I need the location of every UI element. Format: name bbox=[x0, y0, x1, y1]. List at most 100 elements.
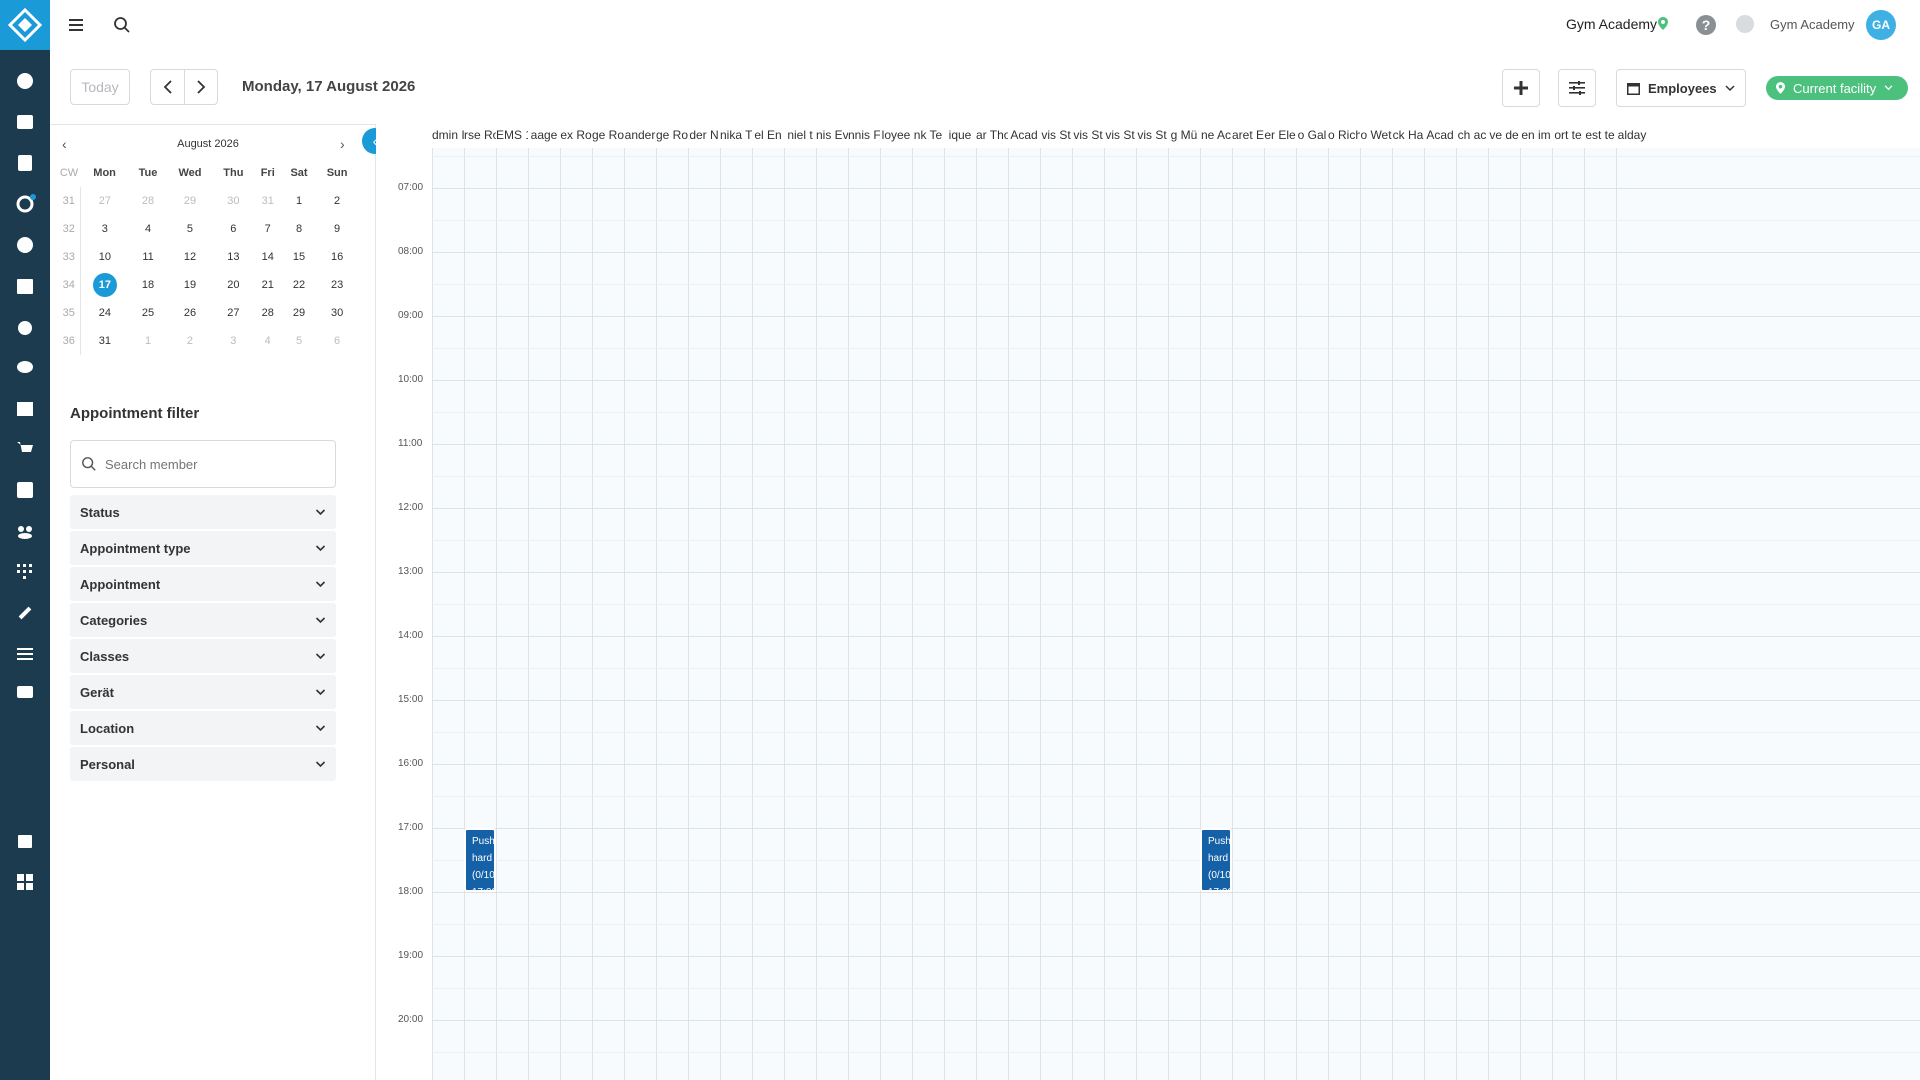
mini-calendar-day[interactable]: 7 bbox=[254, 215, 282, 243]
mini-calendar-day[interactable]: 1 bbox=[129, 327, 167, 355]
filter-section-appointment-type[interactable]: Appointment type bbox=[70, 531, 336, 565]
search-icon[interactable] bbox=[110, 13, 134, 37]
mini-calendar-day[interactable]: 29 bbox=[167, 187, 213, 215]
nav-item-checkin[interactable] bbox=[0, 102, 50, 142]
mini-calendar-day[interactable]: 27 bbox=[213, 299, 254, 327]
column-divider bbox=[816, 148, 817, 1080]
mini-calendar-day[interactable]: 6 bbox=[213, 215, 254, 243]
nav-item-feedback[interactable] bbox=[0, 674, 50, 714]
mini-calendar-day[interactable]: 30 bbox=[316, 299, 358, 327]
hamburger-menu-icon[interactable] bbox=[64, 13, 88, 37]
view-settings-button[interactable] bbox=[1558, 69, 1596, 107]
mini-calendar-day[interactable]: 12 bbox=[167, 243, 213, 271]
filter-section-location[interactable]: Location bbox=[70, 711, 336, 745]
studio-name[interactable]: Gym Academy bbox=[1566, 16, 1657, 32]
nav-item-groups[interactable] bbox=[0, 511, 50, 551]
add-appointment-button[interactable] bbox=[1502, 69, 1540, 107]
filter-section-appointment[interactable]: Appointment bbox=[70, 567, 336, 601]
filter-section-categories[interactable]: Categories bbox=[70, 603, 336, 637]
day-number: 30 bbox=[227, 195, 240, 207]
nav-item-cart[interactable] bbox=[0, 429, 50, 469]
mini-calendar-day[interactable]: 26 bbox=[167, 299, 213, 327]
mini-calendar-day[interactable]: 11 bbox=[129, 243, 167, 271]
nav-item-timer[interactable] bbox=[0, 307, 50, 347]
mini-calendar-day[interactable]: 17 bbox=[80, 271, 129, 299]
filter-section-status[interactable]: Status bbox=[70, 495, 336, 529]
mini-calendar-day[interactable]: 2 bbox=[167, 327, 213, 355]
mini-calendar-day[interactable]: 1 bbox=[282, 187, 316, 215]
nav-item-settings-sliders[interactable] bbox=[0, 634, 50, 674]
mini-calendar-day[interactable]: 28 bbox=[129, 187, 167, 215]
mini-calendar-day[interactable]: 28 bbox=[254, 299, 282, 327]
mini-calendar-day[interactable]: 25 bbox=[129, 299, 167, 327]
filter-section-ger-t[interactable]: Gerät bbox=[70, 675, 336, 709]
nav-item-analytics[interactable] bbox=[0, 552, 50, 592]
time-gridline bbox=[432, 604, 1920, 605]
nav-item-tasks[interactable] bbox=[0, 470, 50, 510]
previous-day-button[interactable] bbox=[150, 69, 184, 105]
help-icon[interactable]: ? bbox=[1696, 15, 1716, 35]
day-number: 5 bbox=[186, 223, 194, 235]
appointment-card[interactable]: Push hard (0/10) 17:00 bbox=[1200, 828, 1232, 892]
nav-item-apps[interactable] bbox=[0, 862, 50, 902]
employee-column-header: g Mü bbox=[1170, 128, 1198, 142]
download-icon[interactable] bbox=[1736, 15, 1754, 33]
mini-calendar-day[interactable]: 23 bbox=[316, 271, 358, 299]
mini-calendar-day[interactable]: 31 bbox=[80, 327, 129, 355]
mini-calendar-day[interactable]: 5 bbox=[167, 215, 213, 243]
mini-calendar-day[interactable]: 30 bbox=[213, 187, 254, 215]
nav-item-image[interactable] bbox=[0, 389, 50, 429]
nav-item-marketing[interactable] bbox=[0, 184, 50, 224]
mini-calendar-day[interactable]: 4 bbox=[129, 215, 167, 243]
mini-calendar-next-icon[interactable]: › bbox=[340, 136, 345, 152]
mini-calendar-day[interactable]: 9 bbox=[316, 215, 358, 243]
column-divider bbox=[624, 148, 625, 1080]
next-day-button[interactable] bbox=[184, 69, 218, 105]
column-divider bbox=[848, 148, 849, 1080]
mini-calendar-day[interactable]: 3 bbox=[213, 327, 254, 355]
facility-select[interactable]: Current facility bbox=[1766, 76, 1908, 100]
nav-rail bbox=[0, 0, 50, 1080]
nav-item-dashboard[interactable] bbox=[0, 61, 50, 101]
mini-calendar-day[interactable]: 2 bbox=[316, 187, 358, 215]
mini-calendar-day[interactable]: 5 bbox=[282, 327, 316, 355]
time-gridline bbox=[432, 1020, 1920, 1021]
time-gridline bbox=[432, 860, 1920, 861]
mini-calendar-day[interactable]: 13 bbox=[213, 243, 254, 271]
mini-calendar-day[interactable]: 24 bbox=[80, 299, 129, 327]
mini-calendar-day[interactable]: 4 bbox=[254, 327, 282, 355]
filter-section-personal[interactable]: Personal bbox=[70, 747, 336, 781]
mini-calendar-day[interactable]: 31 bbox=[254, 187, 282, 215]
mini-calendar-day[interactable]: 21 bbox=[254, 271, 282, 299]
avatar[interactable]: GA bbox=[1866, 10, 1896, 40]
mini-calendar-day[interactable]: 19 bbox=[167, 271, 213, 299]
nav-item-contacts[interactable] bbox=[0, 143, 50, 183]
nav-item-calendar[interactable] bbox=[0, 266, 50, 306]
filter-section-classes[interactable]: Classes bbox=[70, 639, 336, 673]
mini-calendar-day[interactable]: 27 bbox=[80, 187, 129, 215]
mini-calendar-day[interactable]: 6 bbox=[316, 327, 358, 355]
mini-calendar-day[interactable]: 3 bbox=[80, 215, 129, 243]
today-button[interactable]: Today bbox=[70, 69, 130, 105]
nav-item-equipment[interactable] bbox=[0, 593, 50, 633]
mini-calendar-day[interactable]: 22 bbox=[282, 271, 316, 299]
search-member-input[interactable] bbox=[105, 456, 325, 472]
mini-calendar-day[interactable]: 16 bbox=[316, 243, 358, 271]
column-divider bbox=[944, 148, 945, 1080]
mini-calendar-day[interactable]: 20 bbox=[213, 271, 254, 299]
mini-calendar-day[interactable]: 15 bbox=[282, 243, 316, 271]
mini-calendar-day[interactable]: 14 bbox=[254, 243, 282, 271]
mini-calendar-day[interactable]: 18 bbox=[129, 271, 167, 299]
day-number: 10 bbox=[98, 251, 111, 263]
employees-view-select[interactable]: Employees bbox=[1616, 69, 1746, 107]
nav-item-finance[interactable] bbox=[0, 225, 50, 265]
mini-calendar-day[interactable]: 10 bbox=[80, 243, 129, 271]
nav-item-store[interactable] bbox=[0, 821, 50, 861]
mini-calendar-day[interactable]: 8 bbox=[282, 215, 316, 243]
nav-item-chat[interactable] bbox=[0, 348, 50, 388]
appointment-card[interactable]: Push hard (0/10) 17:00 bbox=[464, 828, 496, 892]
app-logo[interactable] bbox=[0, 0, 50, 50]
search-member-field[interactable] bbox=[70, 440, 336, 488]
user-name[interactable]: Gym Academy bbox=[1770, 17, 1855, 32]
mini-calendar-day[interactable]: 29 bbox=[282, 299, 316, 327]
